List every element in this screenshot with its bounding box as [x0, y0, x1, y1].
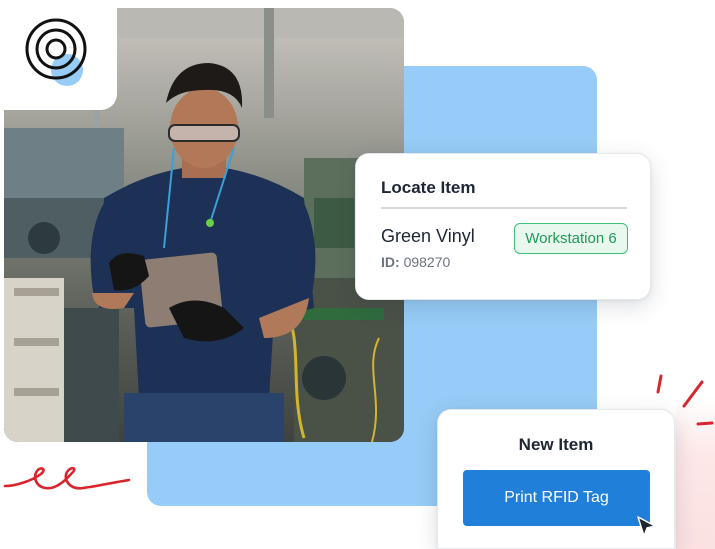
locate-card-divider [381, 207, 627, 209]
print-rfid-tag-button[interactable]: Print RFID Tag [463, 470, 650, 526]
red-squiggle-icon [3, 466, 131, 490]
red-sparkle-lines-icon [656, 374, 714, 426]
locate-item-card: Locate Item Green Vinyl ID: 098270 Works… [355, 153, 651, 300]
location-badge: Workstation 6 [514, 223, 628, 254]
mouse-pointer-icon [637, 516, 656, 537]
item-id: ID: 098270 [381, 254, 450, 270]
concentric-rings-logo-icon [25, 18, 87, 86]
item-name: Green Vinyl [381, 226, 475, 246]
brand-logo-card [0, 0, 117, 110]
item-id-value: 098270 [403, 254, 451, 270]
new-item-title: New Item [518, 435, 594, 454]
item-id-label: ID: [381, 254, 400, 270]
locate-item-title: Locate Item [381, 178, 476, 197]
